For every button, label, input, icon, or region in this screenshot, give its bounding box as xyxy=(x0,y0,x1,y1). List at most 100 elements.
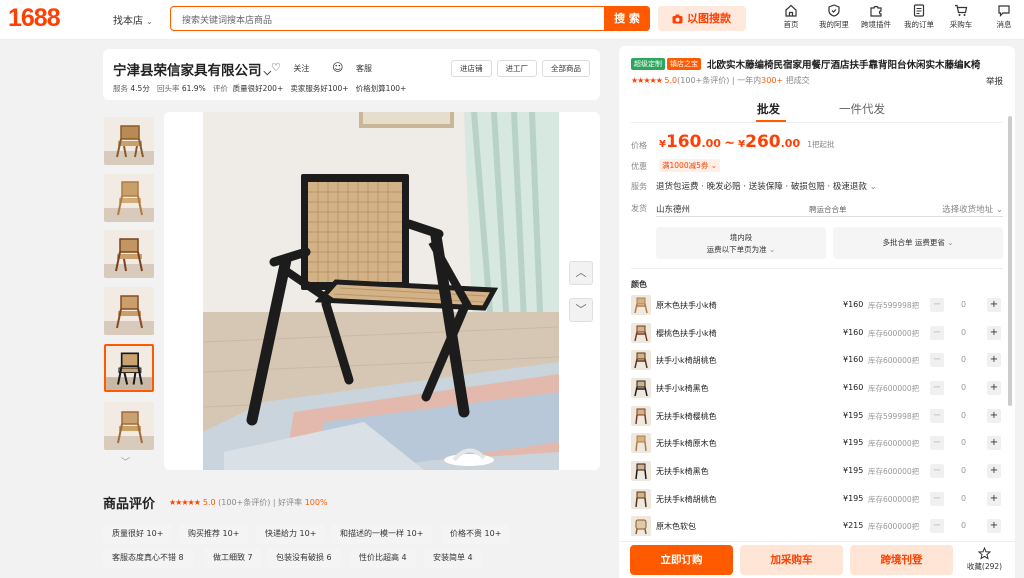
sku-quantity[interactable]: 0 xyxy=(961,438,966,447)
sku-thumbnail[interactable] xyxy=(631,461,651,481)
decrease-button[interactable]: − xyxy=(930,353,944,367)
report-link[interactable]: 举报 xyxy=(986,75,1003,87)
follow-button[interactable]: ♡ 关注 xyxy=(271,61,319,74)
repurchase-rate: 61.9% xyxy=(181,84,206,93)
increase-button[interactable]: + xyxy=(987,436,1001,450)
sku-thumbnail[interactable] xyxy=(631,350,651,370)
decrease-button[interactable]: − xyxy=(930,381,944,395)
review-tag[interactable]: 做工细致 7 xyxy=(204,548,262,568)
search-box[interactable]: 搜索关键词搜本店商品 搜 索 xyxy=(170,5,650,31)
increase-button[interactable]: + xyxy=(987,353,1001,367)
puzzle-icon xyxy=(870,5,882,17)
search-scope-dropdown[interactable]: 找本店 ⌄ xyxy=(113,12,153,27)
main-product-image[interactable] xyxy=(164,112,600,470)
increase-button[interactable]: + xyxy=(987,409,1001,423)
decrease-button[interactable]: − xyxy=(930,519,944,533)
review-tag[interactable]: 客服态度真心不错 8 xyxy=(103,548,193,568)
sku-quantity[interactable]: 0 xyxy=(961,383,966,392)
review-tag[interactable]: 包装没有破损 6 xyxy=(267,548,341,568)
sku-row: 无扶手k椅黑色 ¥195 库存600000把 − 0 + xyxy=(631,460,1001,484)
thumbnail[interactable] xyxy=(104,287,154,335)
service-label: 客服 xyxy=(355,64,372,73)
thumbnail[interactable] xyxy=(104,174,154,222)
thumbnail[interactable] xyxy=(104,402,154,450)
sku-quantity[interactable]: 0 xyxy=(961,411,966,420)
merge-shipping-box[interactable]: 多批合单 运费更省 ⌄ xyxy=(833,227,1003,259)
thumbnail[interactable] xyxy=(104,117,154,165)
tab-wholesale[interactable]: 批发 xyxy=(757,101,780,117)
enter-factory-button[interactable]: 进工厂 xyxy=(496,60,537,77)
image-prev-button[interactable]: ︿ xyxy=(569,261,593,285)
reviews-section: 商品评价 ★★★★★ 5.0 (100+条评价) | 好评率 100% 质量很好 … xyxy=(103,483,600,578)
sku-quantity[interactable]: 0 xyxy=(961,466,966,475)
decrease-button[interactable]: − xyxy=(930,436,944,450)
sku-quantity[interactable]: 0 xyxy=(961,355,966,364)
image-search-button[interactable]: 以图搜款 xyxy=(658,6,746,31)
buy-now-button[interactable]: 立即订购 xyxy=(630,545,733,575)
chevron-up-icon: ︿ xyxy=(575,266,587,279)
customer-service-button[interactable]: ☺ 客服 xyxy=(331,61,382,74)
decrease-button[interactable]: − xyxy=(930,409,944,423)
increase-button[interactable]: + xyxy=(987,464,1001,478)
thumb-down-icon[interactable]: ﹀ xyxy=(121,455,130,468)
sku-quantity[interactable]: 0 xyxy=(961,521,966,530)
shop-name-text: 宁津县荣信家具有限公司 xyxy=(113,63,262,79)
review-tag[interactable]: 性价比超高 4 xyxy=(350,548,416,568)
sku-thumbnail[interactable] xyxy=(631,295,651,315)
panel-scrollbar[interactable] xyxy=(1008,116,1012,406)
sku-quantity[interactable]: 0 xyxy=(961,494,966,503)
sku-thumbnail[interactable] xyxy=(631,378,651,398)
service-score: 4.5分 xyxy=(130,84,150,93)
all-products-button[interactable]: 全部商品 xyxy=(542,60,590,77)
thumbnail[interactable] xyxy=(104,230,154,278)
sku-thumbnail[interactable] xyxy=(631,323,651,343)
review-count: (100+条评价) xyxy=(218,498,271,507)
address-selector[interactable]: 选择收货地址 ⌄ xyxy=(942,203,1003,215)
increase-button[interactable]: + xyxy=(987,326,1001,340)
increase-button[interactable]: + xyxy=(987,492,1001,506)
divider xyxy=(631,268,1003,269)
review-tag[interactable]: 安装简单 4 xyxy=(424,548,482,568)
increase-button[interactable]: + xyxy=(987,298,1001,312)
review-tag[interactable]: 和描述的一模一样 10+ xyxy=(331,524,433,544)
sku-thumbnail[interactable] xyxy=(631,489,651,509)
sku-thumbnail[interactable] xyxy=(631,406,651,426)
enter-shop-button[interactable]: 进店铺 xyxy=(451,60,492,77)
service-list[interactable]: 退货包运费 · 晚发必赔 · 送装保障 · 破损包赔 · 极速退款 ⌄ xyxy=(656,180,877,192)
sku-thumbnail[interactable] xyxy=(631,516,651,536)
sku-quantity[interactable]: 0 xyxy=(961,328,966,337)
nav-messages[interactable]: 消息 xyxy=(979,4,1024,30)
sku-name: 无扶手k椅胡桃色 xyxy=(656,495,717,504)
favorite-button[interactable]: 收藏(292) xyxy=(962,547,1007,572)
review-tag[interactable]: 快递给力 10+ xyxy=(256,524,326,544)
sku-row: 原木色软包 ¥215 库存600000把 − 0 + xyxy=(631,515,1001,539)
domestic-shipping-box[interactable]: 境内段 运费以下单页为准 ⌄ xyxy=(656,227,826,259)
shop-name[interactable]: 宁津县荣信家具有限公司 ⌵ xyxy=(113,59,271,79)
promo-coupon[interactable]: 满1000减5券 ⌄ xyxy=(659,159,721,172)
add-to-cart-button[interactable]: 加采购车 xyxy=(740,545,843,575)
sku-thumbnail[interactable] xyxy=(631,433,651,453)
decrease-button[interactable]: − xyxy=(930,492,944,506)
increase-button[interactable]: + xyxy=(987,519,1001,533)
review-tag[interactable]: 价格不贵 10+ xyxy=(441,524,511,544)
smile-icon: ☺ xyxy=(331,61,344,74)
increase-button[interactable]: + xyxy=(987,381,1001,395)
tab-dropship[interactable]: 一件代发 xyxy=(839,101,885,117)
thumbnail-selected[interactable] xyxy=(104,344,154,392)
cross-border-list-button[interactable]: 跨境刊登 xyxy=(850,545,953,575)
review-score: 5.0 xyxy=(202,498,216,507)
sku-quantity[interactable]: 0 xyxy=(961,300,966,309)
image-next-button[interactable]: ﹀ xyxy=(569,298,593,322)
sku-name: 无扶手k椅原木色 xyxy=(656,439,717,448)
sku-row: 樱桃色扶手小k椅 ¥160 库存600000把 − 0 + xyxy=(631,322,1001,346)
decrease-button[interactable]: − xyxy=(930,464,944,478)
search-input[interactable]: 搜索关键词搜本店商品 xyxy=(182,13,272,26)
decrease-button[interactable]: − xyxy=(930,326,944,340)
decrease-button[interactable]: − xyxy=(930,298,944,312)
site-logo[interactable]: 1688 xyxy=(8,4,61,33)
rating-score: 5.0 xyxy=(664,76,678,85)
review-tag[interactable]: 购买推荐 10+ xyxy=(179,524,249,544)
search-button[interactable]: 搜 索 xyxy=(604,5,650,31)
review-tag[interactable]: 质量很好 10+ xyxy=(103,524,173,544)
product-rating: ★★★★★ 5.0(100+条评价) | 一年内300+ 把成交 xyxy=(631,76,810,85)
